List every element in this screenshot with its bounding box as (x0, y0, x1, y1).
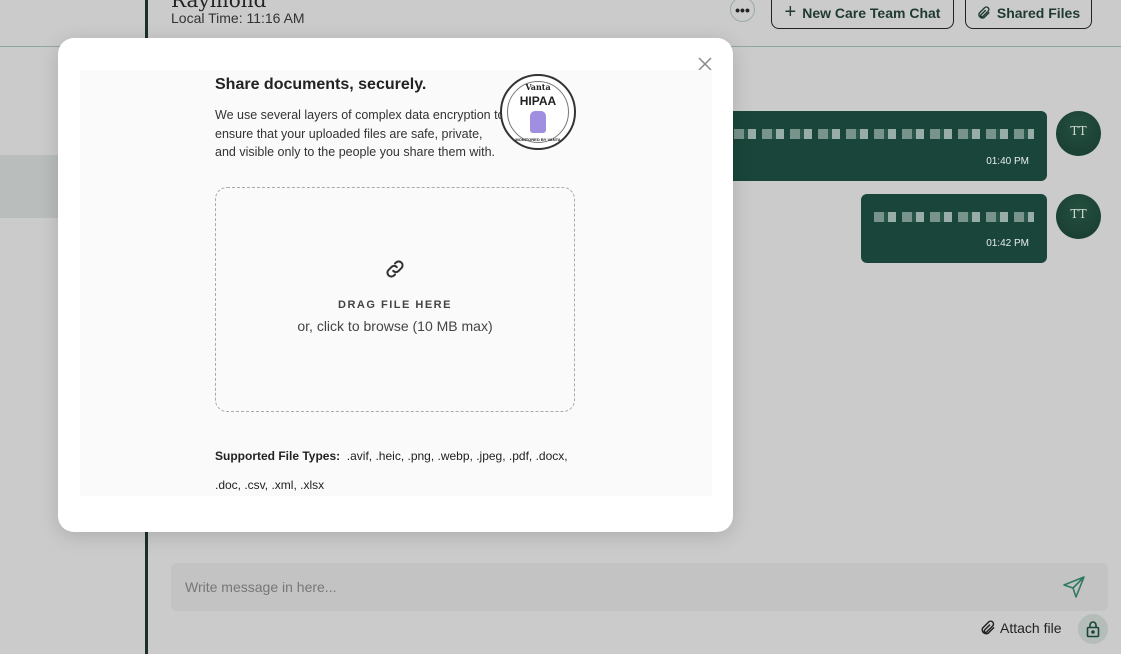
link-icon (386, 260, 404, 278)
message-bubble: 01:42 PM (861, 194, 1047, 263)
attach-file-label: Attach file (1000, 620, 1062, 636)
paperclip-icon (981, 620, 995, 635)
avatar: TT (1056, 111, 1101, 156)
modal-description: We use several layers of complex data en… (215, 108, 505, 159)
modal-content: Share documents, securely. We use severa… (80, 70, 712, 496)
shared-files-label: Shared Files (996, 4, 1081, 21)
hipaa-badge: Vanta HIPAA MONITORED BY VANTA (500, 74, 576, 150)
redacted-text (874, 212, 1034, 222)
supported-file-types: Supported File Types: .avif, .heic, .png… (215, 442, 585, 500)
redacted-text (734, 129, 1034, 139)
modal-title: Share documents, securely. (215, 76, 427, 93)
lock-icon (1086, 621, 1100, 638)
send-icon[interactable] (1062, 575, 1086, 599)
badge-brand: Vanta (525, 82, 551, 92)
message-bubble: 01:40 PM (700, 111, 1047, 181)
file-dropzone[interactable]: DRAG FILE HERE or, click to browse (10 M… (215, 187, 575, 412)
badge-caption: MONITORED BY VANTA (515, 137, 561, 142)
llama-icon (530, 111, 546, 133)
more-options-button[interactable]: ••• (730, 0, 755, 22)
badge-label: HIPAA (519, 94, 557, 108)
dropzone-subtitle: or, click to browse (10 MB max) (297, 318, 493, 334)
avatar: TT (1056, 194, 1101, 239)
dropzone-title: DRAG FILE HERE (338, 299, 452, 311)
message-input[interactable] (185, 563, 1045, 611)
upload-modal: Share documents, securely. We use severa… (58, 38, 733, 532)
new-chat-label: New Care Team Chat (802, 4, 941, 21)
attach-file-button[interactable]: Attach file (980, 620, 1061, 636)
message-time: 01:42 PM (986, 238, 1029, 249)
shared-files-button[interactable]: Shared Files (965, 0, 1092, 29)
new-care-team-chat-button[interactable]: + New Care Team Chat (771, 0, 954, 29)
ellipsis-icon: ••• (735, 1, 750, 18)
local-time: Local Time: 11:16 AM (171, 10, 305, 26)
message-time: 01:40 PM (986, 156, 1029, 167)
supported-label: Supported File Types: (215, 449, 341, 463)
paperclip-icon (978, 5, 990, 19)
plus-icon: + (784, 1, 797, 23)
lock-button[interactable] (1078, 614, 1108, 644)
message-composer (171, 563, 1108, 611)
